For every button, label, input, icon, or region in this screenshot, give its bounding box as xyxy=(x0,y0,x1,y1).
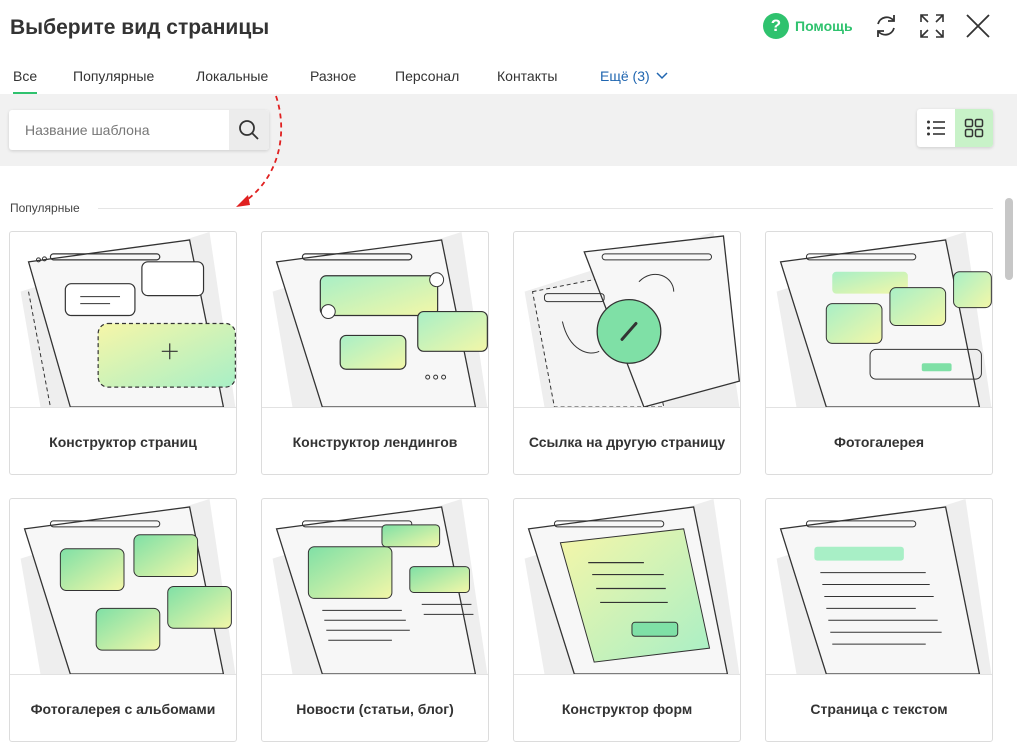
gallery-albums-illustration-icon xyxy=(10,499,236,675)
view-toggle xyxy=(917,109,993,147)
template-card-landing-builder[interactable]: Конструктор лендингов xyxy=(261,231,489,475)
card-title: Конструктор форм xyxy=(561,701,693,717)
tab-popular[interactable]: Популярные xyxy=(73,68,154,84)
grid-view-icon xyxy=(964,118,984,138)
tab-contacts[interactable]: Контакты xyxy=(497,68,557,84)
card-title: Фотогалерея с альбомами xyxy=(30,701,216,717)
page-builder-illustration-icon xyxy=(10,232,236,408)
tab-local[interactable]: Локальные xyxy=(196,68,268,84)
grid-view-button[interactable] xyxy=(955,109,993,147)
section-divider xyxy=(98,208,993,209)
chevron-down-icon xyxy=(656,72,668,80)
template-card-gallery-albums[interactable]: Фотогалерея с альбомами xyxy=(9,498,237,742)
refresh-icon[interactable] xyxy=(872,12,900,40)
tab-more[interactable]: Ещё (3) xyxy=(600,68,668,84)
template-card-text-page[interactable]: Страница с текстом xyxy=(765,498,993,742)
form-builder-illustration-icon xyxy=(514,499,740,675)
news-illustration-icon xyxy=(262,499,488,675)
search-button[interactable] xyxy=(229,110,269,150)
tab-misc[interactable]: Разное xyxy=(310,68,356,84)
search-input[interactable] xyxy=(9,110,229,150)
landing-builder-illustration-icon xyxy=(262,232,488,408)
help-button[interactable]: ? Помощь xyxy=(763,13,853,39)
page-title: Выберите вид страницы xyxy=(10,16,270,39)
tab-personnel[interactable]: Персонал xyxy=(395,68,459,84)
close-icon[interactable] xyxy=(964,12,992,40)
card-title: Ссылка на другую страницу xyxy=(528,434,726,450)
expand-icon[interactable] xyxy=(918,12,946,40)
card-title: Новости (статьи, блог) xyxy=(296,701,454,717)
list-view-icon xyxy=(927,120,945,136)
template-card-gallery[interactable]: Фотогалерея xyxy=(765,231,993,475)
search-icon xyxy=(239,120,259,140)
search-box xyxy=(9,110,269,150)
scrollbar-thumb[interactable] xyxy=(1005,198,1013,280)
card-title: Конструктор лендингов xyxy=(292,434,458,450)
card-title: Фотогалерея xyxy=(834,434,924,450)
card-title: Страница с текстом xyxy=(810,701,948,717)
gallery-illustration-icon xyxy=(766,232,992,408)
template-card-form-builder[interactable]: Конструктор форм xyxy=(513,498,741,742)
text-page-illustration-icon xyxy=(766,499,992,675)
link-page-illustration-icon xyxy=(514,232,740,408)
template-card-link-page[interactable]: Ссылка на другую страницу xyxy=(513,231,741,475)
toolbar xyxy=(0,94,1017,166)
template-card-page-builder[interactable]: Конструктор страниц xyxy=(9,231,237,475)
template-card-news[interactable]: Новости (статьи, блог) xyxy=(261,498,489,742)
header: Выберите вид страницы ? Помощь Все Попул… xyxy=(0,0,1017,95)
card-title: Конструктор страниц xyxy=(49,434,197,450)
help-icon: ? xyxy=(763,13,789,39)
tab-bar: Все Популярные Локальные Разное Персонал… xyxy=(0,60,1017,95)
list-view-button[interactable] xyxy=(917,109,955,147)
tab-all[interactable]: Все xyxy=(13,68,38,95)
tab-more-label: Ещё (3) xyxy=(600,68,650,84)
help-label: Помощь xyxy=(795,18,853,34)
section-label: Популярные xyxy=(10,201,80,215)
